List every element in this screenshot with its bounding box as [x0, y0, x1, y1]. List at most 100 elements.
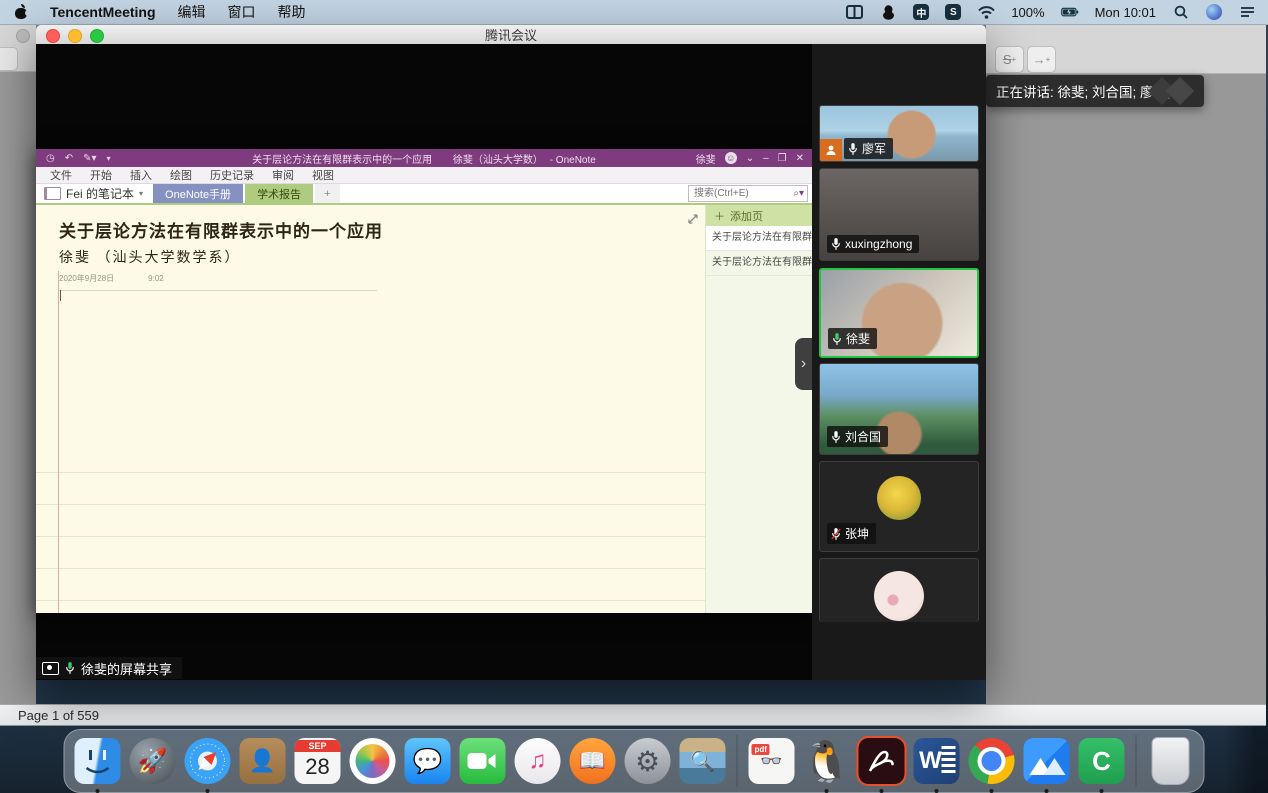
wifi-icon[interactable]	[977, 4, 995, 20]
dock-word-icon[interactable]: W	[912, 736, 962, 786]
screen-share-label: 徐斐的屏幕共享	[81, 659, 172, 678]
tab-file[interactable]: 文件	[42, 165, 80, 185]
quick-access-dropdown-icon[interactable]: ▾	[107, 154, 111, 163]
background-window-right: S+ →+	[986, 25, 1266, 705]
tab-draw[interactable]: 绘图	[162, 165, 200, 185]
dock-tencent-meeting-icon[interactable]	[1022, 736, 1072, 786]
page-author[interactable]: 徐斐 （汕头大学数学系）	[59, 247, 383, 267]
search-input[interactable]	[692, 187, 774, 200]
collapse-panel-chevron[interactable]: ›	[795, 338, 812, 390]
tab-insert[interactable]: 插入	[122, 165, 160, 185]
video-tile-unnamed[interactable]	[819, 558, 979, 622]
quick-access-view-icon[interactable]: ◷	[46, 153, 55, 164]
add-section-button[interactable]: +	[315, 184, 339, 203]
section-tab-academic-report[interactable]: 学术报告	[245, 184, 313, 203]
background-window-left	[0, 25, 36, 705]
notebook-icon	[44, 187, 61, 200]
meeting-title-bar[interactable]: 腾讯会议	[36, 25, 986, 45]
dock-preview-icon[interactable]: 🔍	[678, 736, 728, 786]
onenote-restore-icon[interactable]: ❐	[778, 153, 787, 164]
dock-acrobat-icon[interactable]	[857, 736, 907, 786]
video-tile-liuheguo[interactable]: 刘合国	[819, 363, 979, 455]
dock-safari-icon[interactable]	[183, 736, 233, 786]
dock-camtasia-icon[interactable]: C	[1077, 736, 1127, 786]
ribbon-display-icon[interactable]: ⌄	[746, 153, 754, 164]
text-caret	[60, 290, 61, 301]
dock-music-icon[interactable]: ♫	[513, 736, 563, 786]
dock-launchpad-icon[interactable]: 🚀	[128, 736, 178, 786]
tab-review[interactable]: 审阅	[264, 165, 302, 185]
ruled-lines	[36, 441, 705, 613]
pdf-page-status-bar: Page 1 of 559	[0, 704, 1266, 726]
spotlight-search-icon[interactable]	[1172, 4, 1190, 20]
arrow-annotation-button[interactable]: →+	[1027, 46, 1056, 73]
menu-edit[interactable]: 编辑	[178, 2, 206, 22]
add-page-button[interactable]: ＋ 添加页	[706, 205, 812, 226]
notification-center-icon[interactable]	[1238, 4, 1256, 20]
dock-calendar-icon[interactable]: SEP 28	[293, 736, 343, 786]
section-tab-onenote-manual[interactable]: OneNote手册	[153, 184, 243, 203]
undo-icon[interactable]: ↶	[65, 153, 73, 164]
menu-app-name[interactable]: TencentMeeting	[50, 4, 156, 20]
minimize-window-button[interactable]	[68, 29, 82, 43]
video-tile-liaojun[interactable]: 廖军	[819, 105, 979, 162]
video-tile-xufei-active-speaker[interactable]: 徐斐	[819, 268, 979, 358]
dock-system-preferences-icon[interactable]: ⚙	[623, 736, 673, 786]
film-strip-icon[interactable]	[845, 4, 863, 20]
onenote-page-canvas[interactable]: 关于层论方法在有限群表示中的一个应用 徐斐 （汕头大学数学系） 2020年9月2…	[36, 205, 705, 613]
qq-status-icon[interactable]	[879, 4, 897, 20]
onenote-minimize-icon[interactable]: –	[763, 153, 769, 164]
proxy-s-icon[interactable]: S	[945, 4, 961, 20]
dock-chrome-icon[interactable]	[967, 736, 1017, 786]
participant-name: 张坤	[845, 525, 869, 542]
dock-trash-icon[interactable]	[1146, 736, 1196, 786]
onenote-close-icon[interactable]: ✕	[796, 153, 804, 164]
menu-window[interactable]: 窗口	[228, 2, 256, 22]
tencent-meeting-window: 腾讯会议 ◷ ↶ ✎▾ ▾ 关于层论方法在有限群表示中的一个应用 徐斐（汕头大学…	[36, 25, 986, 680]
dock-contacts-icon[interactable]: 👤	[238, 736, 288, 786]
expand-page-icon[interactable]	[687, 213, 699, 225]
account-avatar[interactable]: ☺	[725, 152, 737, 164]
dock-facetime-icon[interactable]	[458, 736, 508, 786]
zoom-window-button[interactable]	[90, 29, 104, 43]
participant-name: 刘合国	[845, 428, 881, 445]
onenote-notebook-bar: Fei 的笔记本 ▾ OneNote手册 学术报告 + ⌕▾	[36, 184, 812, 203]
plus-icon: ＋	[714, 208, 725, 224]
mic-speaking-icon	[832, 332, 842, 346]
menu-clock[interactable]: Mon 10:01	[1095, 5, 1156, 20]
page-list-item[interactable]: 关于层论方法在有限群表示中的应	[706, 251, 812, 276]
dock-photos-icon[interactable]	[348, 736, 398, 786]
mic-icon	[65, 661, 75, 675]
dock-pdf-expert-icon[interactable]: pdf👓	[747, 736, 797, 786]
siri-icon[interactable]	[1206, 4, 1222, 20]
page-list-item[interactable]: 关于层论方法在有限群表示中的一	[706, 226, 812, 251]
dock-qq-icon[interactable]: 🐧	[802, 736, 852, 786]
video-tile-xuxingzhong[interactable]: xuxingzhong	[819, 168, 979, 261]
page-title[interactable]: 关于层论方法在有限群表示中的一个应用	[59, 217, 383, 242]
shared-screen-area: ◷ ↶ ✎▾ ▾ 关于层论方法在有限群表示中的一个应用 徐斐（汕头大学数） - …	[36, 44, 812, 680]
dock-books-icon[interactable]: 📖	[568, 736, 618, 786]
apple-menu-icon[interactable]	[14, 4, 28, 20]
strikethrough-annotation-button[interactable]: S+	[995, 46, 1024, 73]
dock: 🚀 👤 SEP 28 💬 ♫ 📖 ⚙ 🔍 pdf👓 🐧	[64, 729, 1205, 793]
participant-panel: 廖军 xuxingzhong 徐斐 刘合国	[812, 44, 986, 680]
search-box[interactable]: ⌕▾	[688, 185, 808, 202]
dock-finder-icon[interactable]	[73, 736, 123, 786]
pen-mode-icon[interactable]: ✎▾	[83, 153, 96, 164]
menu-help[interactable]: 帮助	[278, 2, 306, 22]
tab-view[interactable]: 视图	[304, 165, 342, 185]
close-window-button[interactable]	[46, 29, 60, 43]
tab-home[interactable]: 开始	[82, 165, 120, 185]
battery-percent: 100%	[1011, 5, 1044, 20]
avatar	[877, 476, 921, 520]
notebook-dropdown[interactable]: Fei 的笔记本 ▾	[36, 185, 153, 202]
search-icon[interactable]: ⌕▾	[793, 188, 804, 199]
battery-charging-icon[interactable]	[1061, 4, 1079, 20]
tab-history[interactable]: 历史记录	[202, 165, 262, 185]
onenote-account-name[interactable]: 徐斐	[696, 151, 716, 166]
mic-icon	[831, 237, 841, 251]
background-toolbar-button[interactable]	[0, 47, 18, 71]
dock-messages-icon[interactable]: 💬	[403, 736, 453, 786]
video-tile-zhangkun[interactable]: 张坤	[819, 461, 979, 552]
input-method-icon[interactable]: 中	[913, 4, 929, 20]
